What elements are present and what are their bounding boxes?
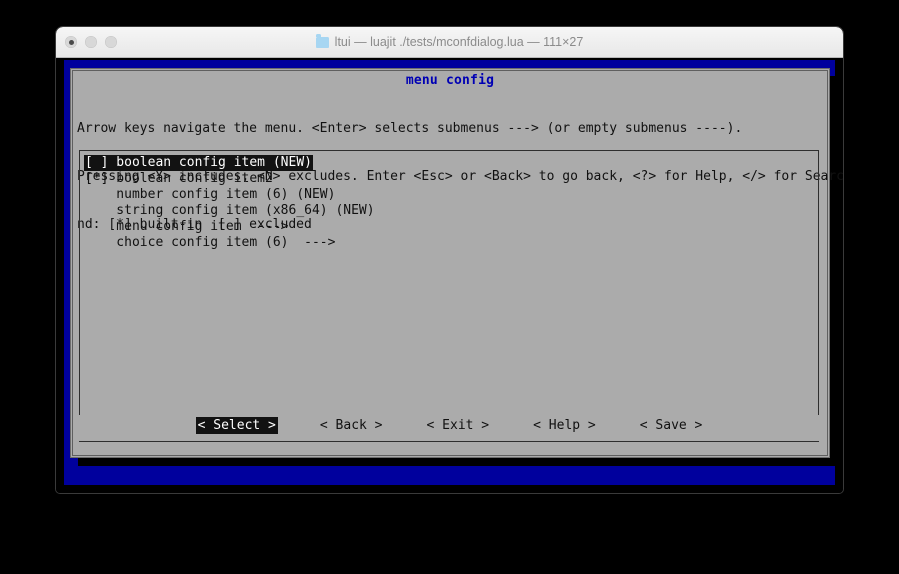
list-item[interactable]: choice config item (6) ---> (84, 235, 336, 251)
menu-list-box[interactable]: [ ] boolean config item (NEW) [*] boolea… (79, 150, 819, 415)
zoom-button-icon[interactable] (105, 36, 117, 48)
dialog-bottom-divider (79, 441, 819, 442)
minimize-button-icon[interactable] (85, 36, 97, 48)
menu-box-left-divider (79, 150, 80, 415)
menu-box-top-divider (79, 150, 819, 151)
menu-list[interactable]: [ ] boolean config item (NEW) [*] boolea… (84, 155, 810, 251)
help-line-1: Arrow keys navigate the menu. <Enter> se… (77, 121, 825, 137)
menu-config-dialog[interactable]: menu config Arrow keys navigate the menu… (70, 68, 830, 458)
list-item[interactable]: [*] boolean config item2 (84, 171, 274, 187)
folder-icon (316, 37, 329, 48)
list-item[interactable]: string config item (x86_64) (NEW) (84, 203, 376, 219)
exit-button[interactable]: < Exit > (425, 417, 492, 434)
dialog-button-row[interactable]: < Select > < Back > < Exit > < Help > < … (70, 417, 830, 434)
select-button[interactable]: < Select > (196, 417, 278, 434)
dialog-title: menu config (70, 73, 830, 89)
list-item[interactable]: [ ] boolean config item (NEW) (84, 155, 313, 171)
traffic-lights[interactable] (65, 27, 117, 57)
help-button[interactable]: < Help > (531, 417, 598, 434)
window-titlebar[interactable]: ltui — luajit ./tests/mconfdialog.lua — … (56, 27, 843, 58)
menu-box-right-divider (818, 150, 819, 415)
list-item[interactable]: menu config item ---> (84, 219, 290, 235)
back-button[interactable]: < Back > (318, 417, 385, 434)
close-button-icon[interactable] (65, 36, 77, 48)
window-title-text: ltui — luajit ./tests/mconfdialog.lua — … (335, 35, 584, 49)
terminal-body[interactable]: menu config Arrow keys navigate the menu… (56, 58, 843, 493)
window-title-block: ltui — luajit ./tests/mconfdialog.lua — … (56, 35, 843, 49)
list-item[interactable]: number config item (6) (NEW) (84, 187, 336, 203)
save-button[interactable]: < Save > (638, 417, 705, 434)
terminal-window[interactable]: ltui — luajit ./tests/mconfdialog.lua — … (56, 27, 843, 493)
